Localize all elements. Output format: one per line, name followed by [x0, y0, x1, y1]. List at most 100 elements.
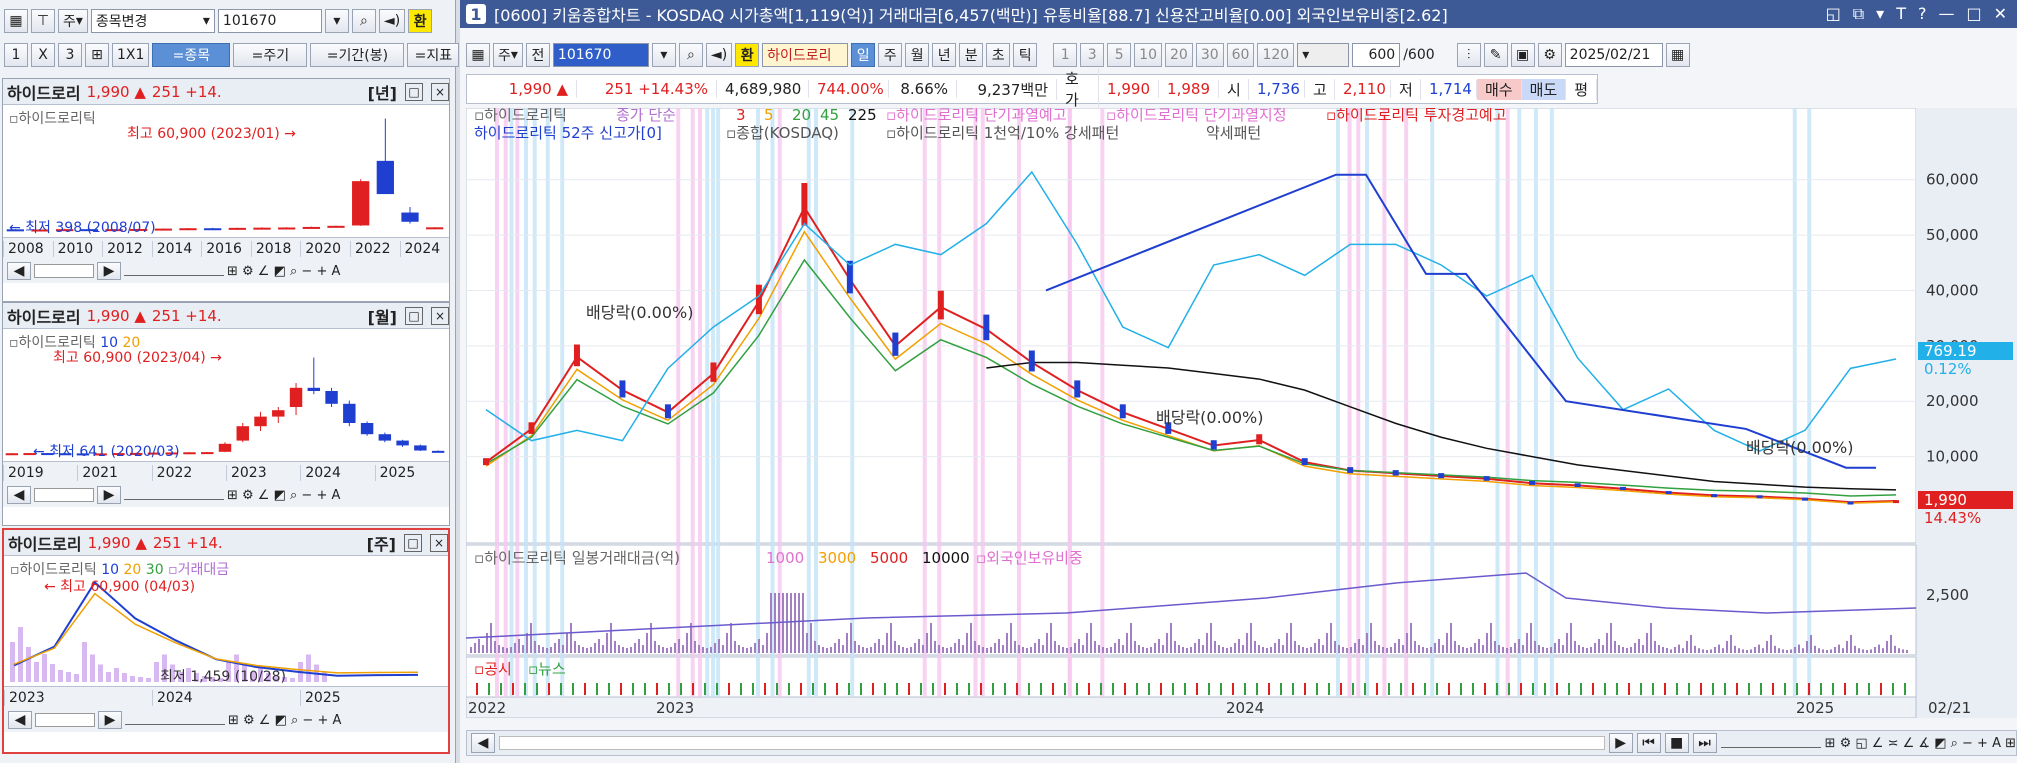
maximize-icon[interactable]: □ [405, 306, 423, 325]
volume-bar [1238, 639, 1240, 653]
mini-chart-monthly[interactable]: 하이드로리 1,990 ▲ 251 +14. [월] □ × ▫하이드로리틱 1… [2, 302, 450, 526]
tick-60[interactable]: 60 [1226, 43, 1255, 67]
tick-5[interactable]: 5 [1107, 43, 1132, 67]
news-mark [1520, 683, 1522, 695]
code-dropdown-icon[interactable]: ▾ [651, 43, 676, 67]
tick-select[interactable]: ▾ [1297, 43, 1350, 67]
scroll-right-icon[interactable]: ▶ [1608, 733, 1633, 753]
news-mark [1892, 683, 1894, 695]
period-second[interactable]: 초 [986, 43, 1011, 67]
speaker-icon[interactable]: ◄) [705, 43, 733, 67]
period-month[interactable]: 월 [905, 43, 930, 67]
prev-button[interactable]: 전 [525, 43, 550, 67]
draw-icon[interactable]: ✎ [1483, 43, 1508, 67]
last-icon[interactable]: ⏭ [1692, 733, 1717, 753]
mode-period[interactable]: =주기 [233, 43, 308, 67]
scroll-right-icon[interactable]: ▶ [97, 262, 121, 280]
pin-icon[interactable]: ⊤ [31, 9, 55, 33]
stock-code-input[interactable]: 101670 [552, 43, 649, 67]
period-tick[interactable]: 틱 [1013, 43, 1038, 67]
tick-3[interactable]: 3 [1080, 43, 1105, 67]
mini-tools-icon[interactable]: ⊞ ⚙ ∠ ◩ ⌕ − + A [228, 713, 341, 728]
period-week[interactable]: 주 [878, 43, 903, 67]
count-input[interactable]: 600 [1352, 43, 1401, 67]
pin-icon[interactable]: ▾ [1876, 4, 1884, 24]
tick-20[interactable]: 20 [1164, 43, 1193, 67]
close-icon[interactable]: ✕ [1994, 4, 2007, 24]
mini-scrollbar[interactable]: ◀ ▶ ⊞ ⚙ ∠ ◩ ⌕ − + A [3, 259, 449, 283]
maximize-icon[interactable]: □ [405, 82, 423, 101]
stop-icon[interactable]: ■ [1664, 733, 1689, 753]
scroll-right-icon[interactable]: ▶ [97, 486, 121, 504]
mini-tools-icon[interactable]: ⊞ ⚙ ∠ ◩ ⌕ − + A [227, 488, 340, 503]
news-mark [1196, 683, 1198, 695]
mini-scrollbar[interactable]: ◀ ▶ ⊞ ⚙ ∠ ◩ ⌕ − + A [4, 708, 448, 732]
scroll-left-icon[interactable]: ◀ [7, 486, 31, 504]
copy-icon[interactable]: ⧉ [1853, 4, 1864, 24]
bottom-scrollbar[interactable]: ◀ ▶ ⏮ ■ ⏭ ⊞ ⚙ ◱ ∠ ≍ ∠ ∡ ◩ ⌕ − + A ⊞ [466, 730, 2017, 756]
link-icon[interactable]: ◱ [1826, 4, 1841, 24]
speaker-icon[interactable]: ◄) [378, 9, 406, 33]
tick-10[interactable]: 10 [1134, 43, 1162, 67]
change-stock-select[interactable]: 종목변경 ▾ [90, 9, 215, 33]
maximize-icon[interactable]: □ [404, 533, 422, 552]
date-input[interactable]: 2025/02/21 [1564, 43, 1663, 67]
mini-stock-name: 하이드로리 [7, 83, 81, 103]
layout-x[interactable]: X [31, 43, 55, 67]
eval-button[interactable]: 평 [1566, 78, 1598, 100]
mode-indicator[interactable]: =지표 [407, 43, 460, 67]
market-select[interactable]: 주 ▾ [58, 9, 88, 33]
hwan-button[interactable]: 환 [408, 9, 433, 33]
period-year[interactable]: 년 [932, 43, 957, 67]
text-icon[interactable]: T [1896, 4, 1906, 24]
mini-chart-yearly[interactable]: 하이드로리 1,990 ▲ 251 +14. [년] □ × ▫하이드로리틱 최… [2, 78, 450, 302]
main-chart-area[interactable]: 60,00050,00040,00030,00020,00010,000배당락(… [465, 106, 2017, 719]
mode-stock[interactable]: =종목 [152, 43, 231, 67]
mini-scrollbar[interactable]: ◀ ▶ ⊞ ⚙ ∠ ◩ ⌕ − + A [3, 483, 449, 507]
hwan-button[interactable]: 환 [735, 43, 760, 67]
candle-type-icon[interactable]: ⫶ [1456, 43, 1481, 67]
period-minute[interactable]: 분 [959, 43, 984, 67]
candle-body [201, 452, 214, 455]
mode-range[interactable]: =기간(봉) [310, 43, 405, 67]
close-icon[interactable]: × [430, 533, 448, 552]
chart-tools-icon[interactable]: ⊞ ⚙ ◱ ∠ ≍ ∠ ∡ ◩ ⌕ − + A ⊞ [1825, 736, 2016, 751]
scroll-right-icon[interactable]: ▶ [98, 711, 122, 729]
news-mark [836, 683, 838, 695]
mini-chart-weekly[interactable]: 하이드로리 1,990 ▲ 251 +14. [주] □ × ▫하이드로리틱 1… [2, 528, 450, 754]
stock-code-input[interactable]: 101670 [217, 9, 322, 33]
mini-tools-icon[interactable]: ⊞ ⚙ ∠ ◩ ⌕ − + A [227, 264, 340, 279]
buy-button[interactable]: 매수 [1477, 78, 1522, 100]
layout-1[interactable]: 1 [4, 43, 28, 67]
period-day[interactable]: 일 [851, 43, 876, 67]
first-icon[interactable]: ⏮ [1636, 733, 1661, 753]
mini-price: 1,990 ▲ [86, 82, 146, 101]
settings-icon[interactable]: ⚙ [1537, 43, 1562, 67]
search-icon[interactable]: ⌕ [678, 43, 703, 67]
tick-30[interactable]: 30 [1195, 43, 1224, 67]
market-select[interactable]: 주 ▾ [493, 43, 523, 67]
help-icon[interactable]: ? [1918, 4, 1927, 24]
close-icon[interactable]: × [431, 306, 449, 325]
calendar-icon[interactable]: ▦ [1665, 43, 1690, 67]
mode-1x1[interactable]: 1X1 [112, 43, 150, 67]
sell-button[interactable]: 매도 [1521, 78, 1567, 100]
scroll-left-icon[interactable]: ◀ [8, 711, 32, 729]
grid-icon[interactable]: ⊞ [85, 43, 109, 67]
tick-120[interactable]: 120 [1257, 43, 1295, 67]
code-dropdown-icon[interactable]: ▾ [324, 9, 349, 33]
minimize-icon[interactable]: — [1938, 4, 1954, 24]
news-mark [1760, 683, 1762, 695]
layout-icon[interactable]: ▦ [4, 9, 28, 33]
scroll-left-icon[interactable]: ◀ [7, 262, 31, 280]
tick-1[interactable]: 1 [1053, 43, 1078, 67]
scroll-left-icon[interactable]: ◀ [471, 733, 495, 753]
layout-3[interactable]: 3 [58, 43, 82, 67]
save-icon[interactable]: ▣ [1510, 43, 1535, 67]
search-icon[interactable]: ⌕ [351, 9, 376, 33]
window-titlebar[interactable]: 1 [0600] 키움종합차트 - KOSDAQ 시가총액[1,119(억)] … [460, 0, 2017, 28]
volume-bar [858, 645, 860, 653]
maximize-icon[interactable]: □ [1966, 4, 1981, 24]
close-icon[interactable]: × [431, 82, 449, 101]
layout-icon[interactable]: ▦ [466, 43, 490, 67]
